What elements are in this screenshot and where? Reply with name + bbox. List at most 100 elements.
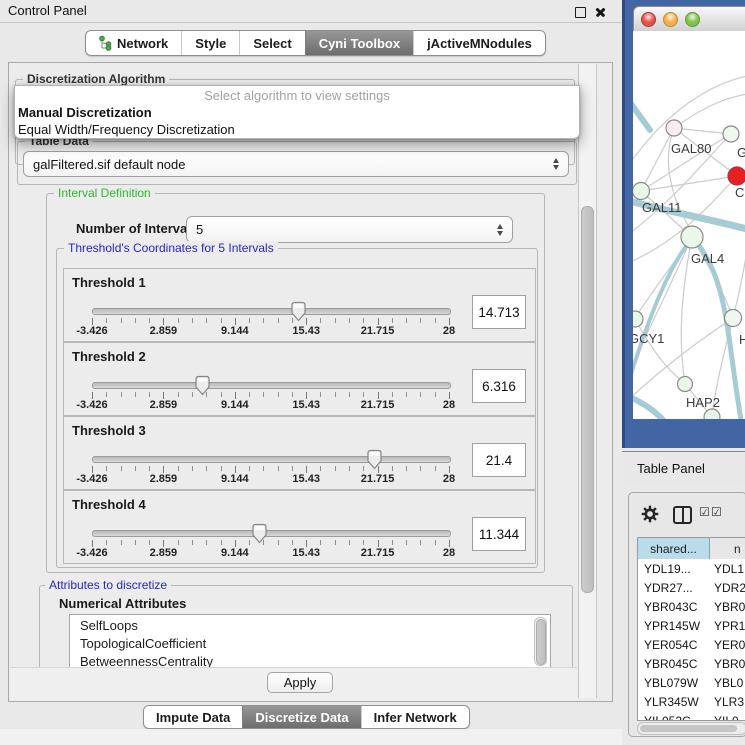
float-icon[interactable] bbox=[575, 7, 586, 18]
table-row[interactable]: YBR045CYBR0 bbox=[638, 654, 745, 673]
tab-cyni-toolbox[interactable]: Cyni Toolbox bbox=[305, 31, 413, 55]
tab-label: Style bbox=[195, 36, 226, 51]
threshold-panel: Threshold 1-3.4262.8599.14415.4321.71528… bbox=[63, 268, 536, 342]
apply-button[interactable]: Apply bbox=[267, 672, 333, 693]
threshold-value-field[interactable]: 21.4 bbox=[472, 443, 526, 477]
table-row[interactable]: YBL079WYBL0 bbox=[638, 673, 745, 692]
checkbox-icon[interactable]: ☑ bbox=[699, 505, 710, 519]
column-view-icon[interactable] bbox=[673, 506, 692, 524]
tick-label: 2.859 bbox=[140, 547, 186, 559]
table-row[interactable]: YBR043CYBR0 bbox=[638, 597, 745, 616]
tab-select[interactable]: Select bbox=[239, 31, 304, 55]
gear-icon[interactable] bbox=[641, 505, 659, 523]
node-label: G bbox=[737, 145, 745, 160]
network-node-gal11[interactable] bbox=[633, 183, 650, 200]
list-item-topologicalcoefficient[interactable]: TopologicalCoefficient bbox=[80, 636, 206, 653]
table-row[interactable]: YDL19...YDL1 bbox=[638, 559, 745, 578]
tick bbox=[306, 540, 307, 547]
list-scrollbar[interactable] bbox=[534, 617, 547, 666]
scrollbar-thumb[interactable] bbox=[581, 206, 594, 593]
network-node-hap2[interactable] bbox=[678, 377, 693, 392]
tick bbox=[278, 392, 279, 397]
zoom-light[interactable] bbox=[685, 12, 700, 27]
slider-handle[interactable] bbox=[290, 301, 307, 323]
threshold-value-field[interactable]: 14.713 bbox=[472, 295, 526, 329]
cell-name: YIL0 bbox=[710, 714, 739, 722]
close-light[interactable] bbox=[641, 12, 656, 27]
slider-handle[interactable] bbox=[194, 375, 211, 397]
tab-label: jActiveMNodules bbox=[427, 36, 532, 51]
node-label: GAL11 bbox=[642, 200, 682, 215]
cell-name: YBR0 bbox=[710, 657, 745, 671]
tick bbox=[121, 540, 122, 545]
tick bbox=[192, 392, 193, 397]
tick-label: -3.426 bbox=[69, 547, 115, 559]
checkbox-icon[interactable]: ☑ bbox=[711, 505, 722, 519]
tab-infer-network[interactable]: Infer Network bbox=[361, 706, 469, 728]
number-of-intervals-label: Number of Intervals bbox=[76, 221, 198, 236]
tick-label: 2.859 bbox=[140, 473, 186, 485]
network-edge bbox=[674, 94, 745, 128]
network-node-c[interactable] bbox=[728, 167, 745, 185]
tab-network[interactable]: Network bbox=[86, 31, 181, 55]
tick bbox=[335, 466, 336, 471]
cyni-toolbox-panel: Discretization Algorithm Select algorith… bbox=[8, 62, 613, 702]
tick bbox=[192, 466, 193, 471]
slider-handle[interactable] bbox=[251, 523, 268, 545]
numerical-attributes-list[interactable]: SelfLoopsTopologicalCoefficientBetweenne… bbox=[69, 614, 551, 669]
network-edge bbox=[635, 319, 685, 384]
panel-scrollbar[interactable] bbox=[578, 64, 597, 698]
slider-track[interactable] bbox=[92, 382, 451, 389]
column-header-shared[interactable]: shared... bbox=[638, 538, 710, 559]
threshold-panel: Threshold 2-3.4262.8599.14415.4321.71528… bbox=[63, 342, 536, 416]
threshold-value-field[interactable]: 11.344 bbox=[472, 517, 526, 551]
tick bbox=[406, 392, 407, 397]
tick bbox=[306, 466, 307, 473]
network-canvas[interactable]: GAL80GCGAL11GAL4GCY1HHAP2 bbox=[633, 31, 745, 419]
tick bbox=[178, 466, 179, 471]
column-header-name[interactable]: n bbox=[710, 538, 745, 559]
table-row[interactable]: YLR345WYLR3 bbox=[638, 692, 745, 711]
list-item-selfloops[interactable]: SelfLoops bbox=[80, 618, 138, 635]
cell-shared-name: YDR27... bbox=[638, 581, 710, 595]
algorithm-dropdown-popup: Select algorithm to view settings Manual… bbox=[14, 85, 580, 139]
bottom-tab-bar: Impute DataDiscretize Data Infer Network bbox=[143, 705, 470, 729]
slider-track[interactable] bbox=[92, 456, 451, 463]
interval-definition-title: Interval Definition bbox=[54, 186, 155, 200]
table-row[interactable]: YPR145WYPR1 bbox=[638, 616, 745, 635]
tick bbox=[178, 392, 179, 397]
close-icon[interactable] bbox=[594, 5, 607, 18]
network-icon bbox=[99, 35, 112, 51]
network-node-h[interactable] bbox=[725, 310, 742, 327]
slider-handle[interactable] bbox=[366, 449, 383, 471]
popup-option-manual-discretization[interactable]: Manual Discretization bbox=[18, 104, 576, 121]
cell-name: YDL1 bbox=[710, 562, 744, 576]
network-node-gcy1[interactable] bbox=[633, 311, 643, 327]
slider-track[interactable] bbox=[92, 308, 451, 315]
minimize-light[interactable] bbox=[663, 12, 678, 27]
network-node-gal80[interactable] bbox=[666, 120, 682, 136]
number-of-intervals-combobox[interactable]: 5 bbox=[186, 216, 513, 243]
tab-label: Infer Network bbox=[374, 710, 457, 725]
tab-style[interactable]: Style bbox=[181, 31, 239, 55]
popup-option-equal-width-frequency[interactable]: Equal Width/Frequency Discretization bbox=[18, 121, 576, 138]
threshold-value-field[interactable]: 6.316 bbox=[472, 369, 526, 403]
tab-impute-data[interactable]: Impute Data bbox=[144, 706, 242, 728]
network-node-g[interactable] bbox=[723, 126, 739, 142]
tab-label: Select bbox=[253, 36, 291, 51]
table-data-combobox[interactable]: galFiltered.sif default node bbox=[23, 151, 569, 177]
slider-track[interactable] bbox=[92, 530, 451, 537]
tick bbox=[349, 392, 350, 397]
tab-jactivemnodules[interactable]: jActiveMNodules bbox=[413, 31, 545, 55]
table-row[interactable]: YIL052CYIL0 bbox=[638, 711, 745, 721]
horizontal-scrollbar[interactable] bbox=[637, 722, 745, 735]
network-node[interactable] bbox=[704, 409, 720, 419]
tab-discretize-data[interactable]: Discretize Data bbox=[242, 706, 360, 728]
network-window-titlebar[interactable] bbox=[633, 6, 745, 33]
tick-label: -3.426 bbox=[69, 399, 115, 411]
tick-label: 9.144 bbox=[212, 325, 258, 337]
table-row[interactable]: YDR27...YDR2 bbox=[638, 578, 745, 597]
scrollbar-thumb[interactable] bbox=[640, 725, 737, 732]
network-node-gal4[interactable] bbox=[681, 226, 703, 248]
table-row[interactable]: YER054CYER0 bbox=[638, 635, 745, 654]
